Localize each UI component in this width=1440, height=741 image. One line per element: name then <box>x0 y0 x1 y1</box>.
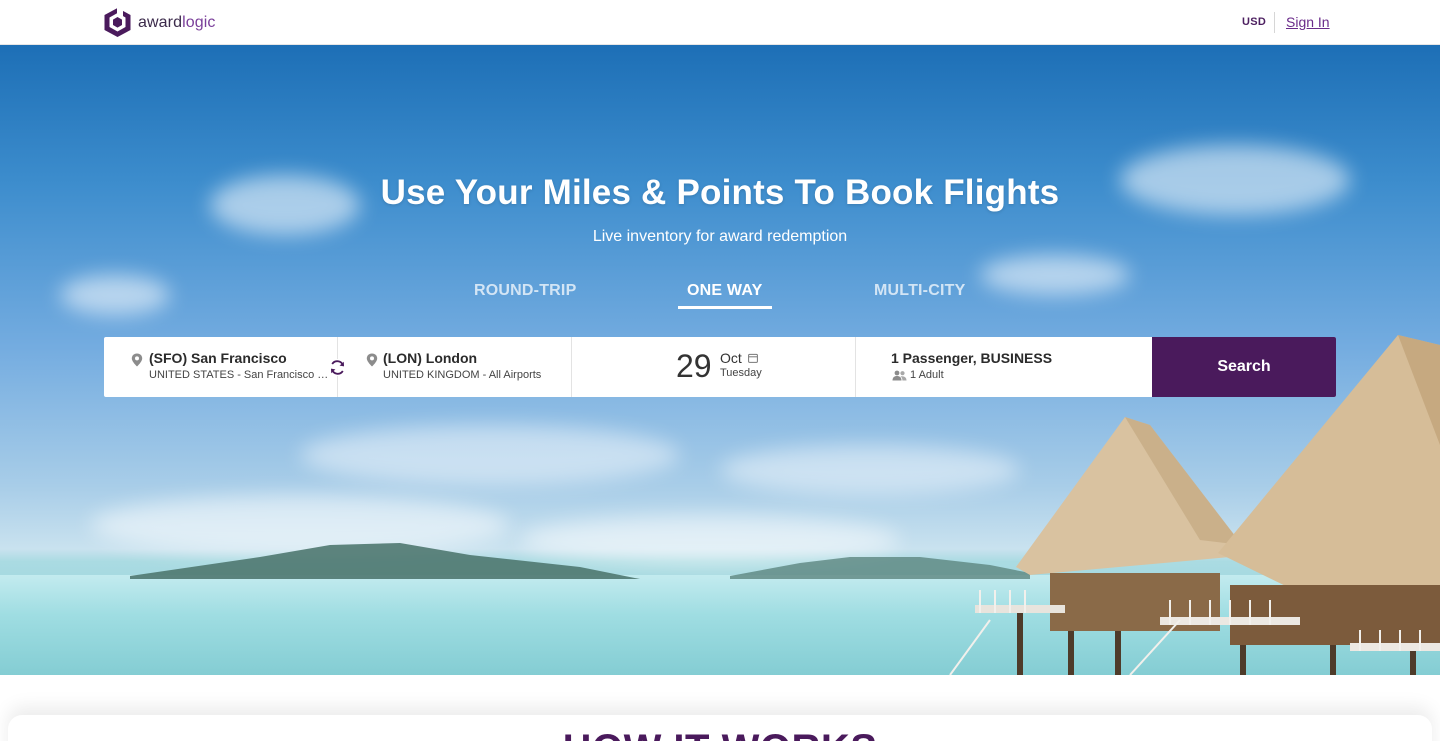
swap-icon[interactable] <box>329 359 346 376</box>
hero-subtitle: Live inventory for award redemption <box>592 228 848 245</box>
people-icon <box>892 370 907 381</box>
how-it-works-section: HOW IT WORKS <box>0 675 1440 741</box>
passengers-detail: 1 Adult <box>910 369 944 381</box>
header-divider <box>1274 12 1275 33</box>
date-weekday: Tuesday <box>720 367 762 379</box>
logo-mark-icon <box>104 8 131 37</box>
tab-round-trip[interactable]: ROUND-TRIP <box>474 282 576 300</box>
tab-label: ROUND-TRIP <box>474 282 577 299</box>
search-button[interactable]: Search <box>1152 337 1336 397</box>
tab-one-way[interactable]: ONE WAY <box>678 282 772 309</box>
date-day-number: 29 <box>676 348 712 384</box>
destination-airport: (LON) London <box>383 350 478 366</box>
brand-name: awardlogic <box>138 14 215 32</box>
tab-label: ONE WAY <box>687 282 763 299</box>
hero-title: Use Your Miles & Points To Book Flights <box>380 173 1060 212</box>
brand-logo[interactable]: awardlogic <box>103 7 215 38</box>
destination-detail: UNITED KINGDOM - All Airports <box>383 369 542 381</box>
date-month: Oct <box>720 350 742 366</box>
brand-name-part2: logic <box>182 13 216 31</box>
section-title: HOW IT WORKS <box>0 727 1440 741</box>
tab-multi-city[interactable]: MULTI-CITY <box>874 282 965 300</box>
calendar-icon <box>748 353 758 363</box>
passengers-field[interactable]: 1 Passenger, BUSINESS 1 Adult <box>856 337 1152 397</box>
hero-banner: Use Your Miles & Points To Book Flights … <box>0 45 1440 675</box>
map-pin-icon <box>366 353 378 367</box>
passengers-summary: 1 Passenger, BUSINESS <box>891 350 1053 366</box>
sign-in-link[interactable]: Sign In <box>1286 14 1330 30</box>
destination-field[interactable]: (LON) London UNITED KINGDOM - All Airpor… <box>338 337 572 397</box>
origin-airport: (SFO) San Francisco <box>149 350 287 366</box>
top-navigation-bar: awardlogic USD Sign In <box>0 0 1440 45</box>
flight-search-form: (SFO) San Francisco UNITED STATES - San … <box>104 337 1336 397</box>
brand-name-part1: award <box>138 13 183 31</box>
currency-selector[interactable]: USD <box>1242 16 1266 28</box>
map-pin-icon <box>131 353 143 367</box>
tab-label: MULTI-CITY <box>874 282 966 299</box>
departure-date-field[interactable]: 29 Oct Tuesday <box>572 337 856 397</box>
active-tab-underline <box>678 306 772 309</box>
origin-detail: UNITED STATES - San Francisco In... <box>149 369 329 381</box>
origin-field[interactable]: (SFO) San Francisco UNITED STATES - San … <box>104 337 346 397</box>
